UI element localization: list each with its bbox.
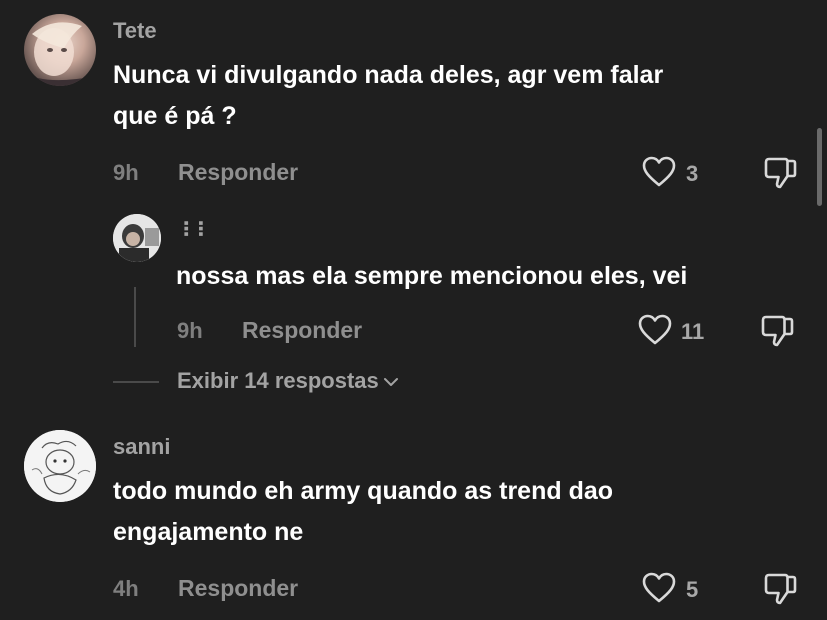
- avatar-photo: [113, 214, 161, 262]
- reply-button[interactable]: Responder: [242, 317, 362, 344]
- heart-outline-icon[interactable]: [638, 314, 672, 351]
- view-replies-label: Exibir 14 respostas: [177, 368, 379, 393]
- reply-button[interactable]: Responder: [178, 159, 298, 186]
- thumbs-down-outline-icon[interactable]: [763, 156, 797, 195]
- view-replies-button[interactable]: Exibir 14 respostas: [177, 368, 399, 394]
- expand-divider: [113, 381, 159, 383]
- avatar[interactable]: [113, 214, 161, 262]
- heart-outline-icon[interactable]: [642, 572, 676, 609]
- reply-timestamp: 9h: [177, 318, 203, 343]
- avatar[interactable]: [24, 14, 96, 86]
- comment-username[interactable]: Tete: [113, 18, 157, 44]
- avatar-drawing: [24, 430, 96, 502]
- avatar[interactable]: [24, 430, 96, 502]
- reply-text: nossa mas ela sempre mencionou eles, vei: [176, 262, 688, 290]
- thumbs-down-outline-icon[interactable]: [760, 314, 794, 353]
- thumbs-down-outline-icon[interactable]: [763, 572, 797, 611]
- reply-button[interactable]: Responder: [178, 575, 298, 602]
- reply-username[interactable]: ⠸⠸: [176, 218, 205, 243]
- thread-connector: [134, 287, 136, 347]
- comment-username[interactable]: sanni: [113, 434, 170, 460]
- like-count: 5: [686, 577, 699, 602]
- scrollbar[interactable]: [817, 128, 822, 206]
- like-count: 11: [681, 319, 705, 344]
- comments-panel: Tete Nunca vi divulgando nada deles, agr…: [0, 0, 827, 620]
- comment-text-line: todo mundo eh army quando as trend dao: [113, 477, 614, 505]
- comment-text-line: Nunca vi divulgando nada deles, agr vem …: [113, 61, 664, 89]
- comment-timestamp: 4h: [113, 576, 139, 601]
- chevron-down-icon: [383, 378, 398, 387]
- avatar-photo: [24, 22, 96, 86]
- heart-outline-icon[interactable]: [642, 156, 676, 193]
- comment-timestamp: 9h: [113, 160, 139, 185]
- comment-text-line: que é pá ?: [113, 102, 237, 130]
- like-count: 3: [686, 161, 699, 186]
- comment-text-line: engajamento ne: [113, 518, 304, 546]
